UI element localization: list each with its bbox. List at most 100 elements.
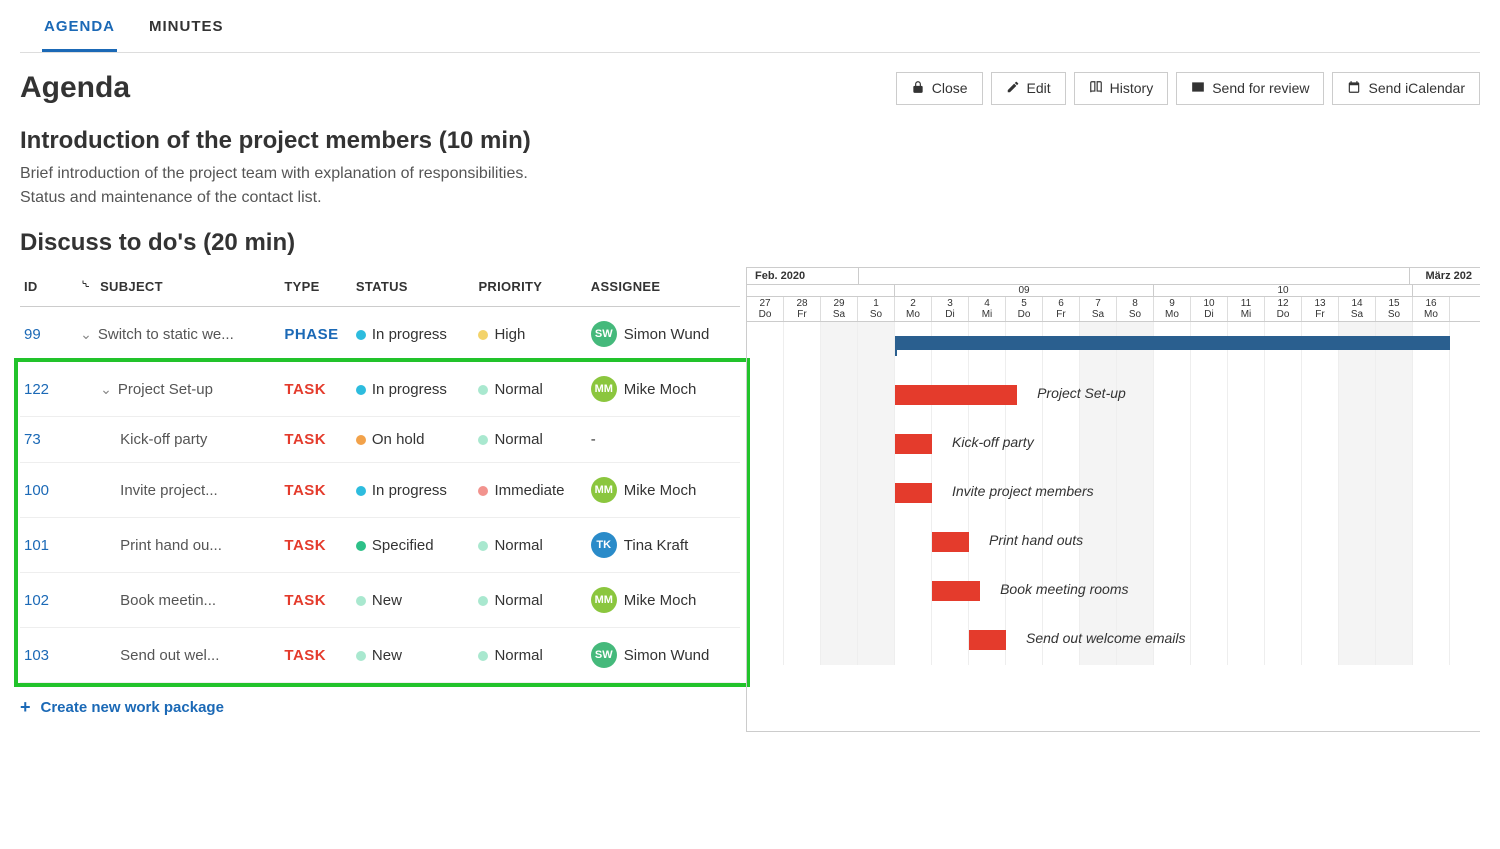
subject-text: Invite project... <box>120 482 218 499</box>
subject-text: Print hand ou... <box>120 537 222 554</box>
priority-text: Immediate <box>494 482 564 499</box>
tabs: AGENDA MINUTES <box>20 0 1480 53</box>
gantt-bar[interactable] <box>932 581 980 601</box>
type-badge: TASK <box>284 647 326 664</box>
status-text: New <box>372 592 402 609</box>
table-row[interactable]: 99 ⌄Switch to static we... PHASE In prog… <box>20 307 740 362</box>
work-package-id[interactable]: 122 <box>24 381 49 398</box>
priority-text: High <box>494 326 525 343</box>
assignee-name: - <box>591 431 596 448</box>
status-dot <box>356 651 366 661</box>
type-badge: TASK <box>284 592 326 609</box>
table-row[interactable]: 100 Invite project... TASK In progress I… <box>20 463 740 518</box>
edit-label: Edit <box>1027 80 1051 96</box>
gantt-bar-label: Kick-off party <box>952 434 1034 450</box>
table-row[interactable]: 101 Print hand ou... TASK Specified Norm… <box>20 518 740 573</box>
type-badge: TASK <box>284 537 326 554</box>
page-title: Agenda <box>20 71 130 105</box>
col-status[interactable]: STATUS <box>352 267 475 307</box>
col-subject[interactable]: SUBJECT <box>76 267 280 307</box>
work-package-table: ID SUBJECT TYPE STATUS PRIORITY ASSIGNEE… <box>20 267 740 732</box>
col-subject-label: SUBJECT <box>100 279 163 294</box>
gantt-bar-label: Book meeting rooms <box>1000 581 1128 597</box>
gantt-row: Print hand outs <box>747 518 1480 567</box>
section-discuss-heading: Discuss to do's (20 min) <box>20 229 1480 257</box>
table-row[interactable]: 102 Book meetin... TASK New Normal MMMik… <box>20 573 740 628</box>
gantt-bar[interactable] <box>969 630 1006 650</box>
status-dot <box>356 330 366 340</box>
work-package-id[interactable]: 103 <box>24 647 49 664</box>
gantt-month-right: März 202 <box>1410 268 1480 285</box>
tab-minutes[interactable]: MINUTES <box>147 0 226 52</box>
chevron-down-icon[interactable]: ⌄ <box>100 381 112 398</box>
priority-text: Normal <box>494 592 542 609</box>
gantt-row: Project Set-up <box>747 371 1480 420</box>
edit-button[interactable]: Edit <box>991 72 1066 105</box>
gantt-day: 1So <box>858 297 895 321</box>
gantt-row: Book meeting rooms <box>747 567 1480 616</box>
priority-dot <box>478 541 488 551</box>
col-assignee[interactable]: ASSIGNEE <box>587 267 740 307</box>
status-dot <box>356 596 366 606</box>
close-button[interactable]: Close <box>896 72 983 105</box>
gantt-day: 9Mo <box>1154 297 1191 321</box>
tab-agenda[interactable]: AGENDA <box>42 0 117 52</box>
col-type[interactable]: TYPE <box>280 267 351 307</box>
table-row[interactable]: 103 Send out wel... TASK New Normal SWSi… <box>20 628 740 683</box>
assignee-name: Mike Moch <box>624 482 697 499</box>
work-package-id[interactable]: 102 <box>24 592 49 609</box>
gantt-day: 15So <box>1376 297 1413 321</box>
status-text: On hold <box>372 431 425 448</box>
subject-text: Kick-off party <box>120 431 207 448</box>
history-button[interactable]: History <box>1074 72 1169 105</box>
priority-dot <box>478 385 488 395</box>
gantt-bar[interactable] <box>895 336 1450 350</box>
priority-text: Normal <box>494 647 542 664</box>
calendar-icon <box>1347 80 1361 97</box>
avatar: TK <box>591 532 617 558</box>
gantt-bar-label: Invite project members <box>952 483 1094 499</box>
gantt-bar-label: Print hand outs <box>989 532 1083 548</box>
gantt-bar[interactable] <box>895 434 932 454</box>
table-row[interactable]: 73 Kick-off party TASK On hold Normal - <box>20 417 740 463</box>
gantt-day: 14Sa <box>1339 297 1376 321</box>
gantt-day: 11Mi <box>1228 297 1265 321</box>
work-package-id[interactable]: 101 <box>24 537 49 554</box>
status-text: Specified <box>372 537 434 554</box>
gantt-bar[interactable] <box>895 483 932 503</box>
status-text: New <box>372 647 402 664</box>
gantt-bar[interactable] <box>932 532 969 552</box>
col-id[interactable]: ID <box>20 267 76 307</box>
work-package-id[interactable]: 100 <box>24 482 49 499</box>
send-review-label: Send for review <box>1212 80 1309 96</box>
send-icalendar-button[interactable]: Send iCalendar <box>1332 72 1480 105</box>
gantt-month-left: Feb. 2020 <box>747 268 859 285</box>
subject-text: Book meetin... <box>120 592 216 609</box>
priority-text: Normal <box>494 537 542 554</box>
subject-text: Send out wel... <box>120 647 219 664</box>
avatar: MM <box>591 477 617 503</box>
history-label: History <box>1110 80 1154 96</box>
gantt-day: 12Do <box>1265 297 1302 321</box>
gantt-week: 09 <box>895 285 1154 296</box>
assignee-name: Mike Moch <box>624 381 697 398</box>
mail-icon <box>1191 80 1205 97</box>
avatar: SW <box>591 642 617 668</box>
send-review-button[interactable]: Send for review <box>1176 72 1324 105</box>
gantt-day: 8So <box>1117 297 1154 321</box>
priority-dot <box>478 596 488 606</box>
gantt-week: 10 <box>1154 285 1413 296</box>
priority-dot <box>478 651 488 661</box>
table-row[interactable]: 122 ⌄Project Set-up TASK In progress Nor… <box>20 362 740 417</box>
create-work-package-button[interactable]: + Create new work package <box>20 697 740 718</box>
gantt-bar[interactable] <box>895 385 1017 405</box>
work-package-id[interactable]: 73 <box>24 431 41 448</box>
gantt-chart[interactable]: Feb. 2020 März 202 091011 27Do28Fr29Sa1S… <box>746 267 1480 732</box>
status-dot <box>356 486 366 496</box>
type-badge: TASK <box>284 381 326 398</box>
gantt-row: Invite project members <box>747 469 1480 518</box>
chevron-down-icon[interactable]: ⌄ <box>80 326 92 343</box>
work-package-id[interactable]: 99 <box>24 326 41 343</box>
col-priority[interactable]: PRIORITY <box>474 267 586 307</box>
status-text: In progress <box>372 482 447 499</box>
